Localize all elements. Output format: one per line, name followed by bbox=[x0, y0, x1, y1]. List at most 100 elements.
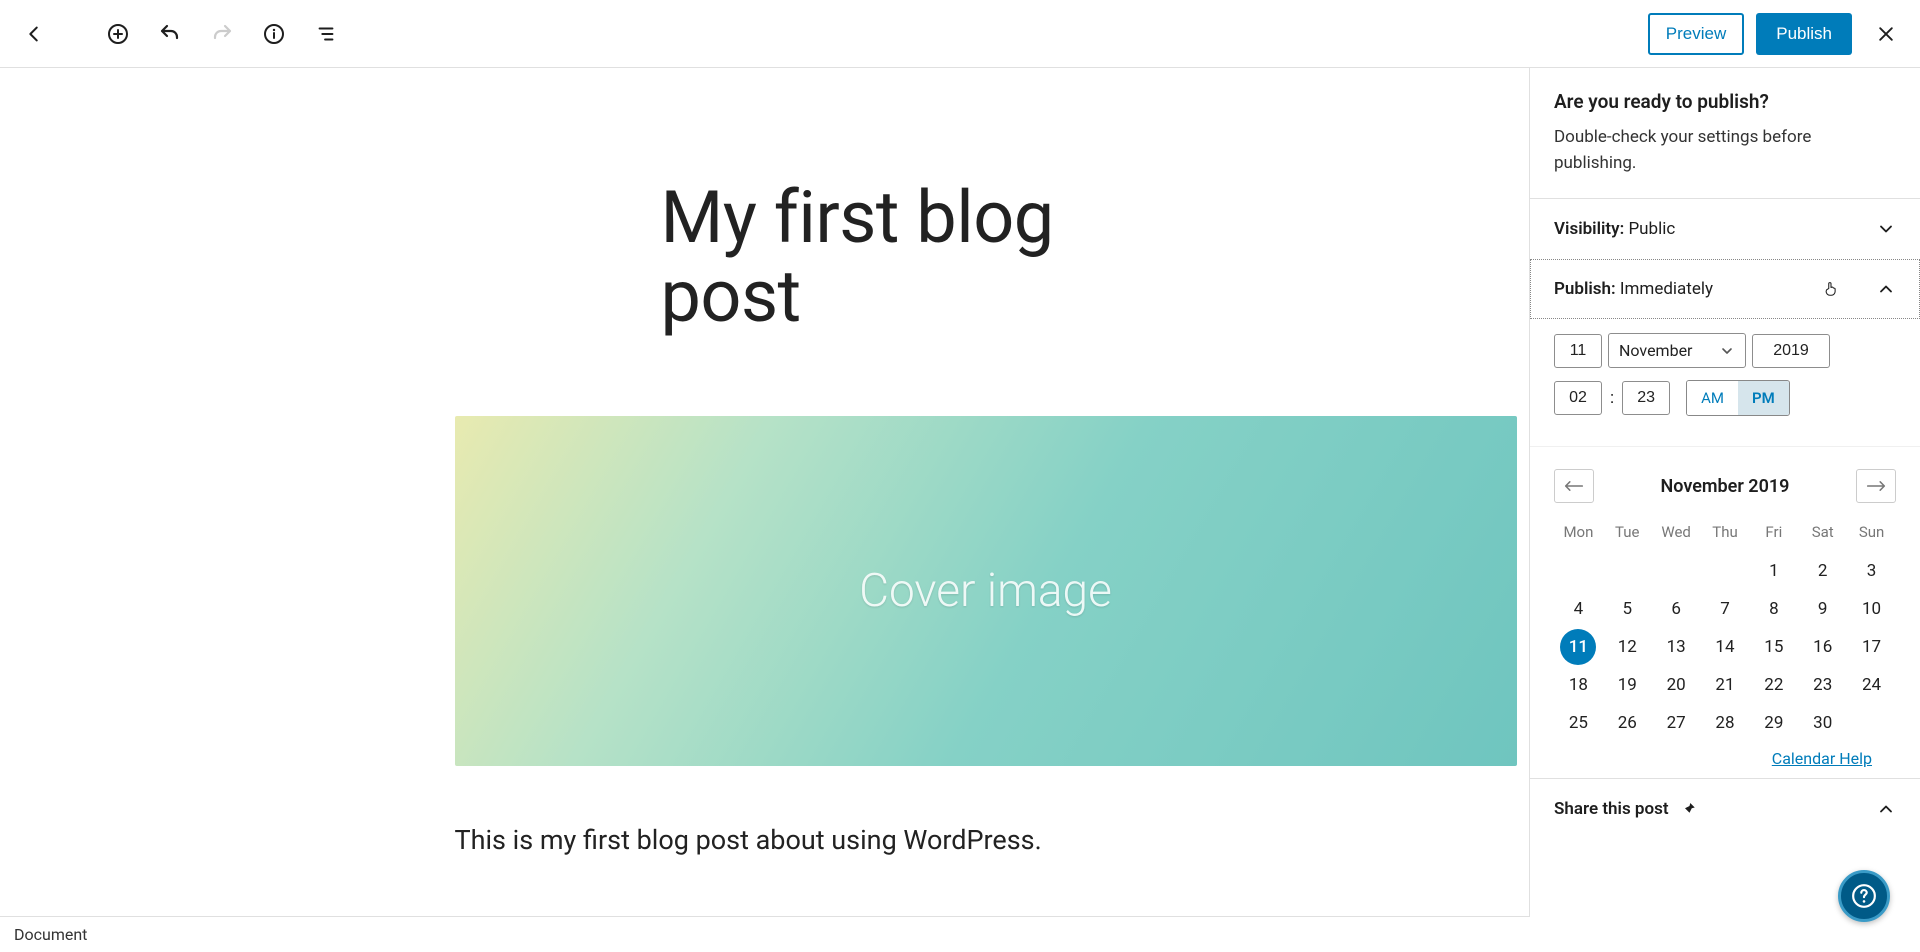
am-button[interactable]: AM bbox=[1687, 381, 1738, 415]
calendar-dow: Tue bbox=[1603, 517, 1652, 551]
calendar-day[interactable]: 8 bbox=[1756, 591, 1792, 627]
list-icon bbox=[315, 23, 337, 45]
publish-value: Immediately bbox=[1620, 279, 1713, 299]
calendar-day[interactable]: 26 bbox=[1609, 705, 1645, 741]
calendar-help-link[interactable]: Calendar Help bbox=[1772, 749, 1872, 768]
year-input[interactable] bbox=[1752, 334, 1830, 368]
day-input[interactable] bbox=[1554, 334, 1602, 368]
top-toolbar: Preview Publish bbox=[0, 0, 1920, 68]
bottom-breadcrumb[interactable]: Document bbox=[0, 916, 1530, 952]
hour-input[interactable] bbox=[1554, 381, 1602, 415]
calendar-day[interactable]: 29 bbox=[1756, 705, 1792, 741]
chevron-down-icon bbox=[1719, 343, 1735, 359]
calendar-day[interactable]: 19 bbox=[1609, 667, 1645, 703]
ready-heading: Are you ready to publish? bbox=[1554, 90, 1896, 113]
arrow-right-icon bbox=[1866, 479, 1886, 493]
calendar-day[interactable]: 17 bbox=[1854, 629, 1890, 665]
calendar-dow: Thu bbox=[1701, 517, 1750, 551]
calendar-dow: Wed bbox=[1652, 517, 1701, 551]
post-title[interactable]: My first blog post bbox=[661, 178, 1115, 336]
calendar-dow: Sat bbox=[1798, 517, 1847, 551]
datetime-controls: November : AM PM bbox=[1530, 319, 1920, 434]
undo-button[interactable] bbox=[148, 12, 192, 56]
share-label-text: Share this post bbox=[1554, 799, 1669, 819]
paragraph-block-1[interactable]: This is my first blog post about using W… bbox=[455, 822, 1115, 860]
editor-canvas[interactable]: My first blog post Cover image This is m… bbox=[0, 68, 1530, 952]
ampm-toggle: AM PM bbox=[1686, 380, 1790, 416]
preview-button[interactable]: Preview bbox=[1648, 13, 1744, 55]
chevron-down-icon bbox=[1876, 219, 1896, 239]
calendar-day[interactable]: 6 bbox=[1658, 591, 1694, 627]
calendar-day[interactable]: 9 bbox=[1805, 591, 1841, 627]
calendar: November 2019 MonTueWedThuFriSatSun12345… bbox=[1530, 446, 1920, 778]
calendar-title: November 2019 bbox=[1661, 476, 1790, 497]
visibility-row[interactable]: Visibility: Public bbox=[1530, 198, 1920, 259]
publish-sidebar: Are you ready to publish? Double-check y… bbox=[1530, 68, 1920, 952]
next-month-button[interactable] bbox=[1856, 469, 1896, 503]
share-row[interactable]: Share this post bbox=[1530, 778, 1920, 839]
close-panel-button[interactable] bbox=[1864, 12, 1908, 56]
month-select[interactable]: November bbox=[1608, 333, 1746, 368]
calendar-day[interactable]: 28 bbox=[1707, 705, 1743, 741]
add-block-button[interactable] bbox=[96, 12, 140, 56]
redo-button[interactable] bbox=[200, 12, 244, 56]
cover-text[interactable]: Cover image bbox=[859, 564, 1112, 618]
calendar-day[interactable]: 5 bbox=[1609, 591, 1645, 627]
help-icon bbox=[1851, 883, 1877, 909]
visibility-value: Public bbox=[1628, 219, 1675, 239]
calendar-day[interactable]: 1 bbox=[1756, 553, 1792, 589]
publish-time-row[interactable]: Publish: Immediately bbox=[1530, 259, 1920, 319]
calendar-day[interactable]: 23 bbox=[1805, 667, 1841, 703]
calendar-empty bbox=[1707, 553, 1743, 589]
calendar-day[interactable]: 10 bbox=[1854, 591, 1890, 627]
minute-input[interactable] bbox=[1622, 381, 1670, 415]
calendar-dow: Fri bbox=[1749, 517, 1798, 551]
publish-button[interactable]: Publish bbox=[1756, 13, 1852, 55]
calendar-empty bbox=[1658, 553, 1694, 589]
calendar-day[interactable]: 14 bbox=[1707, 629, 1743, 665]
calendar-dow: Mon bbox=[1554, 517, 1603, 551]
calendar-day[interactable]: 11 bbox=[1560, 629, 1596, 665]
calendar-dow: Sun bbox=[1847, 517, 1896, 551]
calendar-day[interactable]: 25 bbox=[1560, 705, 1596, 741]
calendar-empty bbox=[1609, 553, 1645, 589]
calendar-day[interactable]: 20 bbox=[1658, 667, 1694, 703]
calendar-day[interactable]: 2 bbox=[1805, 553, 1841, 589]
outline-button[interactable] bbox=[304, 12, 348, 56]
redo-icon bbox=[210, 22, 234, 46]
calendar-day[interactable]: 27 bbox=[1658, 705, 1694, 741]
publish-label: Publish: bbox=[1554, 279, 1616, 299]
breadcrumb-document: Document bbox=[14, 925, 87, 944]
calendar-day[interactable]: 21 bbox=[1707, 667, 1743, 703]
pushpin-icon bbox=[1679, 800, 1697, 818]
prev-month-button[interactable] bbox=[1554, 469, 1594, 503]
calendar-day[interactable]: 22 bbox=[1756, 667, 1792, 703]
month-value: November bbox=[1619, 341, 1692, 360]
calendar-day[interactable]: 12 bbox=[1609, 629, 1645, 665]
calendar-day[interactable]: 16 bbox=[1805, 629, 1841, 665]
pm-button[interactable]: PM bbox=[1738, 381, 1789, 415]
calendar-day[interactable]: 7 bbox=[1707, 591, 1743, 627]
calendar-day[interactable]: 30 bbox=[1805, 705, 1841, 741]
calendar-day[interactable]: 18 bbox=[1560, 667, 1596, 703]
cursor-hand-icon bbox=[1822, 280, 1840, 298]
arrow-left-icon bbox=[1564, 479, 1584, 493]
ready-subtext: Double-check your settings before publis… bbox=[1554, 125, 1896, 176]
calendar-day[interactable]: 3 bbox=[1854, 553, 1890, 589]
chevron-up-icon bbox=[1876, 279, 1896, 299]
info-button[interactable] bbox=[252, 12, 296, 56]
calendar-day[interactable]: 24 bbox=[1854, 667, 1890, 703]
calendar-day[interactable]: 15 bbox=[1756, 629, 1792, 665]
info-icon bbox=[262, 22, 286, 46]
close-icon bbox=[1876, 24, 1896, 44]
calendar-day[interactable]: 4 bbox=[1560, 591, 1596, 627]
help-fab[interactable] bbox=[1838, 870, 1890, 922]
chevron-up-icon bbox=[1876, 799, 1896, 819]
cover-block[interactable]: Cover image bbox=[455, 416, 1517, 766]
calendar-day[interactable]: 13 bbox=[1658, 629, 1694, 665]
back-button[interactable] bbox=[12, 12, 56, 56]
time-colon: : bbox=[1608, 388, 1616, 408]
undo-icon bbox=[158, 22, 182, 46]
plus-circle-icon bbox=[106, 22, 130, 46]
visibility-label: Visibility: bbox=[1554, 219, 1624, 239]
